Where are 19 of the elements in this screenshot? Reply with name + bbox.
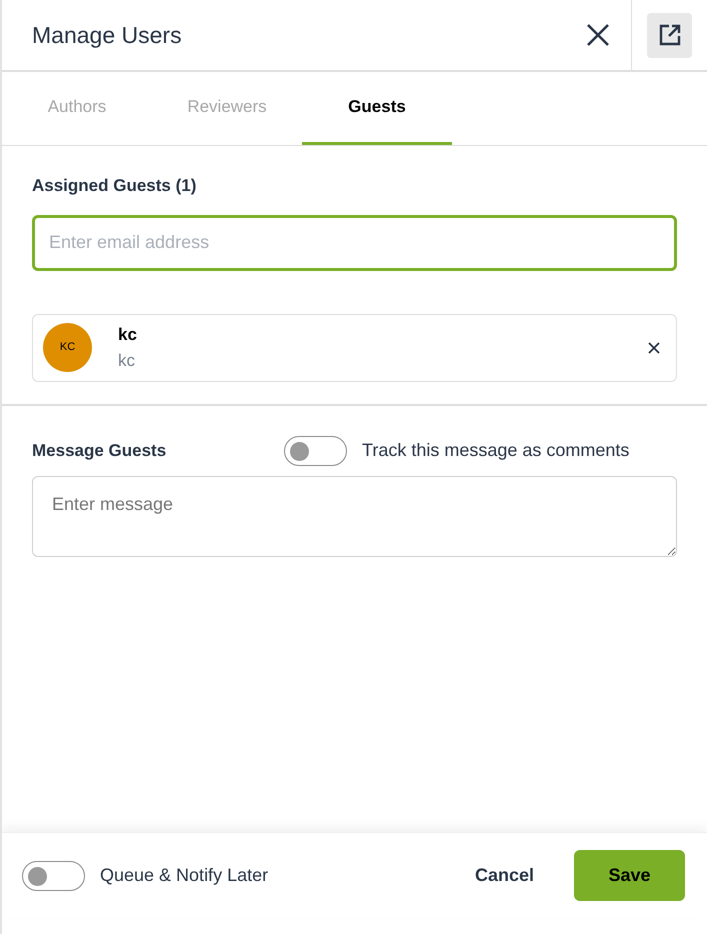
dialog-title: Manage Users	[31, 20, 183, 50]
cancel-button[interactable]: Cancel	[454, 850, 554, 900]
toggle-switch[interactable]	[284, 436, 347, 466]
close-icon	[586, 23, 610, 47]
guest-email: kc	[118, 350, 135, 372]
close-icon	[648, 342, 660, 354]
toggle-label: Track this message as comments	[362, 439, 630, 462]
section-heading: Message Guests	[32, 440, 168, 462]
toggle-switch[interactable]	[22, 860, 85, 890]
email-field[interactable]: Enter email address	[32, 214, 677, 270]
pop-out-button[interactable]	[647, 12, 692, 58]
message-field[interactable]: Enter message	[32, 476, 677, 556]
external-link-icon	[658, 23, 682, 47]
avatar: KC	[43, 323, 92, 372]
guest-name: kc	[118, 324, 137, 346]
tab[interactable]: Guests	[302, 72, 452, 145]
toggle-label: Queue & Notify Later	[100, 864, 270, 887]
save-button[interactable]: Save	[574, 850, 685, 901]
section-heading: Assigned Guests (1)	[32, 175, 198, 197]
